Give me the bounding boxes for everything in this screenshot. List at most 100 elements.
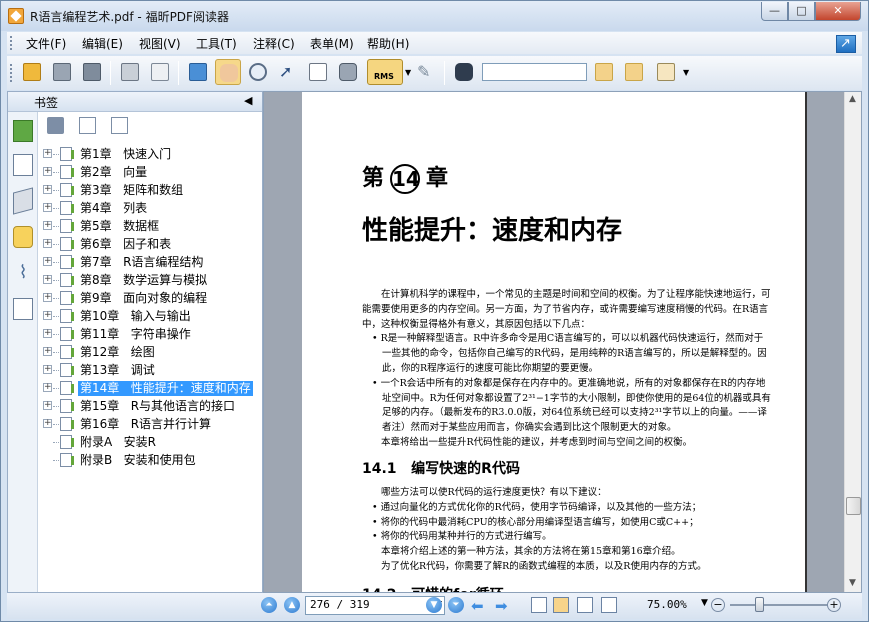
zoom-glass-icon[interactable] [245,59,271,85]
bookmark-item[interactable]: + 第6章 因子和表 [41,236,261,253]
open-folder-icon[interactable] [19,59,45,85]
last-page-icon[interactable]: ⏷ [448,597,464,613]
continuous-icon[interactable] [553,597,569,613]
save-as-icon[interactable] [79,59,105,85]
add-bookmark-icon[interactable] [79,117,96,134]
bookmark-item[interactable]: + 第13章 调试 [41,362,261,379]
close-button[interactable]: ✕ [815,2,861,21]
delete-bookmark-icon[interactable] [47,117,64,134]
bookmark-item[interactable]: + 第12章 绘图 [41,344,261,361]
menu-edit[interactable]: 编辑(E) [82,35,123,52]
find-options-dropdown-icon[interactable]: ▼ [683,68,689,77]
single-page-icon[interactable] [531,597,547,613]
menu-file[interactable]: 文件(F) [26,35,66,52]
expand-toggle-icon[interactable]: + [43,167,52,176]
bookmark-item[interactable]: + 第11章 字符串操作 [41,326,261,343]
bookmark-item[interactable]: + 第14章 性能提升：速度和内存 [41,380,261,397]
fullscreen-icon[interactable] [185,59,211,85]
bookmark-item[interactable]: + 第5章 数据框 [41,218,261,235]
comments-tab-icon[interactable] [13,226,33,248]
bookmark-item[interactable]: + 第1章 快速入门 [41,146,261,163]
rms-dropdown-icon[interactable]: ▼ [405,68,411,77]
attachments-tab-icon[interactable]: ⌇ [13,262,33,284]
save-icon[interactable] [49,59,75,85]
prev-page-icon[interactable]: ▲ [284,597,300,613]
expand-toggle-icon[interactable]: + [43,293,52,302]
expand-toggle-icon[interactable]: + [43,221,52,230]
bookmark-item[interactable]: + 第15章 R与其他语言的接口 [41,398,261,415]
sidebar-collapse-icon[interactable]: ◀ [244,94,252,107]
expand-toggle-icon[interactable]: + [43,347,52,356]
zoom-out-icon[interactable]: − [711,598,725,612]
next-page-icon[interactable]: ▼ [426,597,442,613]
hand-tool-icon[interactable] [215,59,241,85]
layers-tab-icon[interactable] [13,187,33,215]
select-arrow-icon[interactable]: ➚ [275,59,301,85]
pages-tab-icon[interactable] [13,154,33,176]
scroll-up-icon[interactable]: ▲ [849,94,856,104]
bookmark-item[interactable]: + 第2章 向量 [41,164,261,181]
tree-connector [53,154,59,155]
expand-toggle-icon[interactable]: + [43,239,52,248]
forward-icon[interactable]: ➡ [495,597,508,615]
document-viewport[interactable]: 第 14 章 性能提升：速度和内存 在计算机科学的课程中，一个常见的主题是时间和空间… [263,91,862,593]
maximize-button[interactable]: □ [788,2,815,21]
page-number-field[interactable]: 276 / 319 ▼ [305,596,445,615]
chapter-number: 14 [390,164,421,194]
scroll-thumb[interactable] [846,497,861,515]
zoom-dropdown-icon[interactable]: ▼ [701,598,708,608]
bookmark-item[interactable]: + 第9章 面向对象的编程 [41,290,261,307]
zoom-slider-thumb[interactable] [755,597,765,612]
bookmark-item[interactable]: + 第16章 R语言并行计算 [41,416,261,433]
bookmark-item[interactable]: + 第4章 列表 [41,200,261,217]
print-icon[interactable] [117,59,143,85]
menu-view[interactable]: 视图(V) [139,35,181,52]
menu-form[interactable]: 表单(M) [310,35,354,52]
first-page-icon[interactable]: ⏶ [261,597,277,613]
expand-toggle-icon[interactable]: + [43,383,52,392]
bookmark-item[interactable]: + 第8章 数学运算与模拟 [41,272,261,289]
expand-toggle-icon[interactable]: + [43,203,52,212]
scroll-down-icon[interactable]: ▼ [849,578,856,588]
email-icon[interactable] [147,59,173,85]
section-title: 14.1 编写快速的R代码 [362,461,520,477]
rms-lock-icon[interactable]: RMS [367,59,403,85]
bookmark-item[interactable]: + 第3章 矩阵和数组 [41,182,261,199]
text-select-icon[interactable] [305,59,331,85]
find-options-icon[interactable] [653,59,679,85]
bookmark-tab-icon[interactable] [13,120,33,142]
bookmark-item[interactable]: + 第10章 输入与输出 [41,308,261,325]
continuous-facing-icon[interactable] [601,597,617,613]
expand-toggle-icon[interactable]: + [43,401,52,410]
bookmark-item[interactable]: 附录B 安装和使用包 [41,452,261,469]
back-icon[interactable]: ⬅ [471,597,484,615]
find-next-icon[interactable] [621,59,647,85]
zoom-slider-track[interactable] [730,604,828,606]
zoom-value[interactable]: 75.00% [647,598,687,611]
facing-icon[interactable] [577,597,593,613]
find-prev-icon[interactable] [591,59,617,85]
expand-toggle-icon[interactable]: + [43,185,52,194]
bookmark-item[interactable]: + 第7章 R语言编程结构 [41,254,261,271]
signatures-tab-icon[interactable] [13,298,33,320]
minimize-button[interactable]: — [761,2,788,21]
expand-toggle-icon[interactable]: + [43,275,52,284]
menu-help[interactable]: 帮助(H) [367,35,409,52]
expand-toggle-icon[interactable]: + [43,257,52,266]
add-child-bookmark-icon[interactable] [111,117,128,134]
expand-toggle-icon[interactable]: + [43,311,52,320]
expand-toggle-icon[interactable]: + [43,419,52,428]
menu-tools[interactable]: 工具(T) [196,35,237,52]
expand-toggle-icon[interactable]: + [43,329,52,338]
expand-toggle-icon[interactable]: + [43,365,52,374]
search-input[interactable] [482,63,587,81]
sign-icon[interactable]: ✎ [413,59,439,85]
zoom-in-icon[interactable]: + [827,598,841,612]
snapshot-icon[interactable] [335,59,361,85]
binoculars-icon[interactable] [451,59,477,85]
expand-window-icon[interactable] [836,35,856,53]
menu-comment[interactable]: 注释(C) [253,35,295,52]
bookmark-item[interactable]: 附录A 安装R [41,434,261,451]
vertical-scrollbar[interactable]: ▲ ▼ [844,92,861,592]
expand-toggle-icon[interactable]: + [43,149,52,158]
